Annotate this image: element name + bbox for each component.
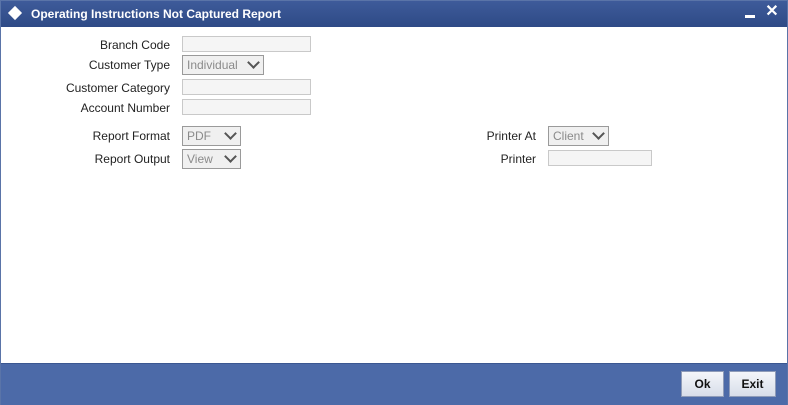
report-window: Operating Instructions Not Captured Repo… — [0, 0, 788, 405]
printer-at-label: Printer At — [486, 129, 536, 143]
chevron-down-icon — [592, 127, 605, 140]
ok-button[interactable]: Ok — [681, 371, 724, 397]
chevron-down-icon — [224, 127, 237, 140]
branch-code-label: Branch Code — [99, 38, 170, 52]
report-format-label: Report Format — [92, 129, 170, 143]
report-format-value: PDF — [187, 129, 211, 143]
minimize-button[interactable] — [745, 15, 755, 18]
customer-category-label: Customer Category — [65, 81, 170, 95]
footer-bar: Ok Exit — [1, 363, 787, 405]
report-output-value: View — [187, 152, 213, 166]
chevron-down-icon — [247, 56, 260, 69]
chevron-down-icon — [224, 150, 237, 163]
report-format-select[interactable]: PDF — [182, 126, 241, 146]
exit-button[interactable]: Exit — [729, 371, 776, 397]
title-bar: Operating Instructions Not Captured Repo… — [1, 1, 787, 27]
customer-category-input[interactable] — [182, 79, 311, 95]
printer-at-select[interactable]: Client — [548, 126, 609, 146]
printer-input[interactable] — [548, 150, 652, 166]
diamond-icon — [7, 5, 23, 21]
customer-type-value: Individual — [187, 58, 238, 72]
printer-label: Printer — [500, 152, 536, 166]
window-title: Operating Instructions Not Captured Repo… — [31, 7, 282, 21]
customer-type-select[interactable]: Individual — [182, 55, 264, 75]
report-output-select[interactable]: View — [182, 149, 241, 169]
branch-code-input[interactable] — [182, 36, 311, 52]
printer-at-value: Client — [553, 129, 584, 143]
account-number-input[interactable] — [182, 99, 311, 115]
account-number-label: Account Number — [80, 101, 170, 115]
report-output-label: Report Output — [94, 152, 170, 166]
customer-type-label: Customer Type — [88, 58, 170, 72]
close-button[interactable]: ✕ — [764, 2, 780, 22]
